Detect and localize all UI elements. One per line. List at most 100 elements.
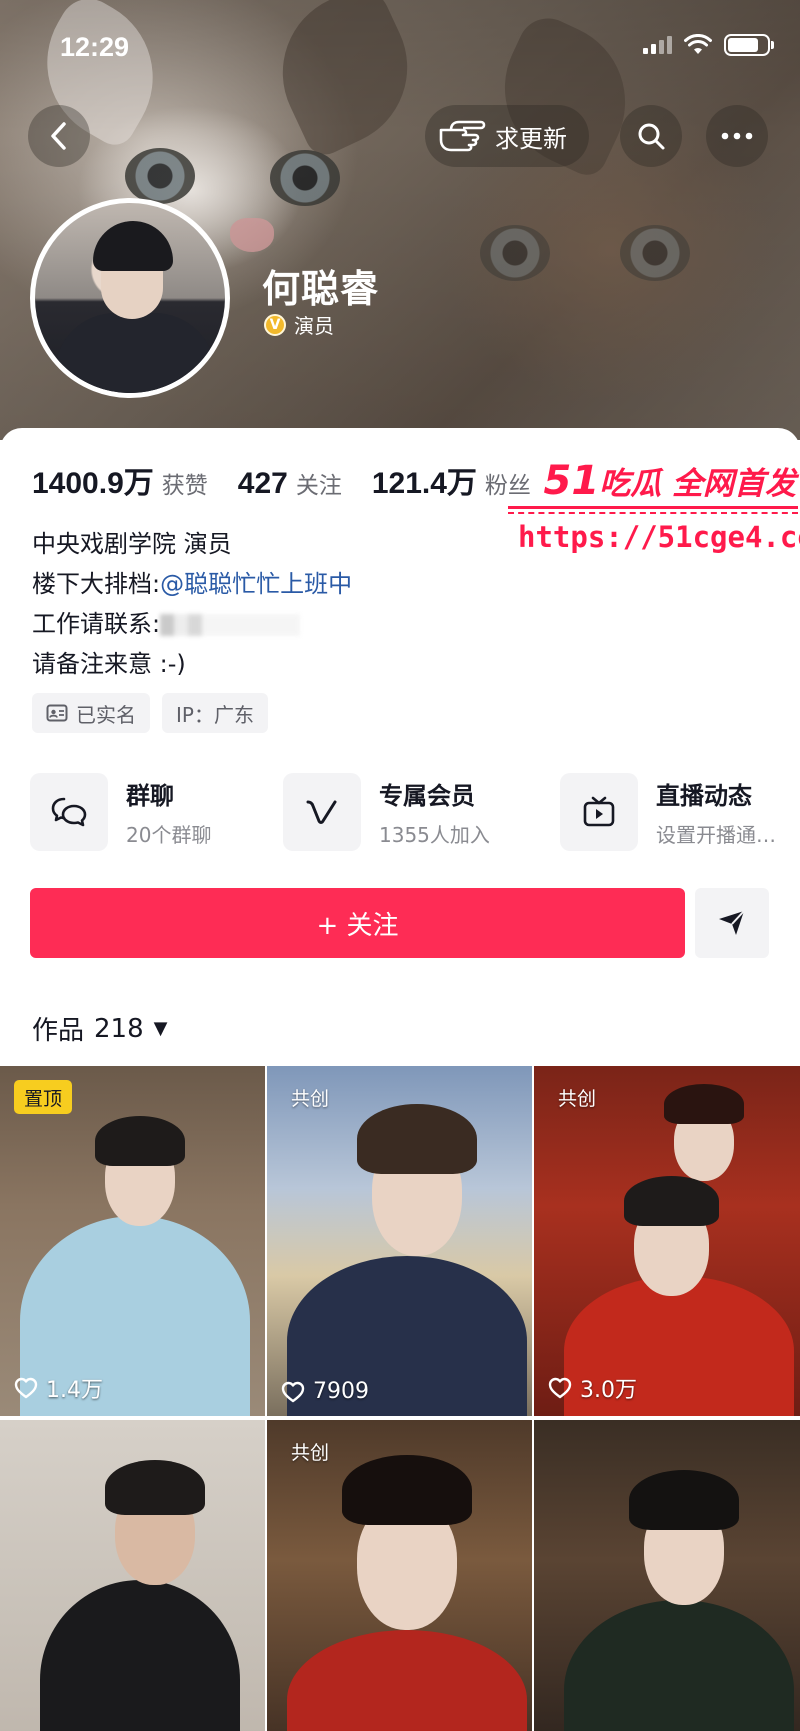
watermark-number: 51	[543, 458, 600, 504]
caret-down-icon: ▼	[153, 1018, 168, 1039]
profile-banner: 12:29 求更新 何聪睿 V 演员	[0, 0, 800, 440]
thumbnail-figure	[287, 1430, 527, 1731]
stat-following[interactable]: 427 关注	[238, 466, 342, 501]
search-button[interactable]	[620, 105, 682, 167]
realname-label: 已实名	[76, 702, 136, 727]
request-update-label: 求更新	[495, 124, 567, 153]
verified-row: V 演员	[264, 310, 334, 339]
heart-icon	[281, 1381, 305, 1402]
figure-hair	[342, 1455, 472, 1525]
feature-icon-box	[30, 773, 108, 851]
figure-hair	[629, 1470, 739, 1530]
figure-body	[287, 1630, 527, 1731]
share-button[interactable]	[695, 888, 769, 958]
pinned-badge: 置顶	[14, 1080, 73, 1114]
more-dots-icon	[721, 132, 753, 140]
video-thumbnail[interactable]	[534, 1420, 800, 1731]
video-thumbnail[interactable]: 共创	[267, 1420, 532, 1731]
tv-icon	[583, 796, 615, 827]
feature-icon-box	[283, 773, 361, 851]
like-count-value: 1.4万	[46, 1378, 103, 1403]
works-count: 218	[94, 1013, 144, 1044]
group-chat-entry[interactable]: 群聊 20个群聊	[30, 773, 211, 851]
cocreate-badge: 共创	[291, 1087, 330, 1110]
feature-subtitle: 设置开播通…	[656, 823, 776, 847]
thumbnail-figure	[20, 1440, 260, 1731]
stat-value: 121.4万	[371, 467, 477, 500]
like-count: 7909	[281, 1379, 369, 1404]
feature-text: 群聊 20个群聊	[126, 776, 211, 848]
stat-value: 427	[237, 467, 288, 500]
back-button[interactable]	[28, 105, 90, 167]
figure-hair	[357, 1104, 477, 1174]
works-label: 作品	[32, 1016, 85, 1046]
profile-name: 何聪睿	[262, 267, 380, 311]
more-button[interactable]	[706, 105, 768, 167]
like-count-value: 3.0万	[580, 1378, 637, 1403]
avatar-hair	[93, 221, 173, 271]
search-icon	[638, 123, 665, 150]
bio-mention-link[interactable]: @聪聪忙忙上班中	[160, 570, 352, 598]
bio-text: 楼下大排档:	[32, 570, 161, 598]
thumbnail-figure	[564, 1440, 794, 1731]
v-member-icon	[306, 800, 337, 824]
video-thumbnail[interactable]: 置顶 1.4万	[0, 1066, 265, 1416]
bio-line: 请备注来意 :-)	[32, 650, 186, 678]
figure-body	[564, 1600, 794, 1731]
follow-button[interactable]: + 关注	[30, 888, 685, 958]
cocreate-badge: 共创	[558, 1087, 597, 1110]
ip-label: IP：广东	[176, 702, 254, 727]
feature-row: 群聊 20个群聊 专属会员 1355人加入 直播动态 设置开播通…	[30, 773, 790, 853]
watermark-title: 51吃瓜 全网首发	[508, 458, 800, 504]
stat-likes[interactable]: 1400.9万 获赞	[32, 458, 208, 502]
stat-value: 1400.9万	[32, 467, 154, 500]
thumbnail-figure	[20, 1096, 260, 1416]
ip-tag: IP：广东	[162, 693, 268, 733]
feature-subtitle: 20个群聊	[126, 823, 212, 847]
stats-row: 1400.9万 获赞 427 关注 121.4万 粉丝	[32, 458, 561, 502]
figure-hair	[105, 1460, 205, 1515]
id-card-icon	[46, 704, 68, 722]
status-time: 12:29	[60, 32, 130, 62]
avatar[interactable]	[30, 198, 230, 398]
bio-text: 工作请联系:	[32, 610, 161, 638]
watermark-divider	[508, 506, 798, 514]
bio: 中央戏剧学院 演员 楼下大排档:@聪聪忙忙上班中 工作请联系: 请备注来意 :-…	[32, 524, 352, 684]
stat-label: 获赞	[161, 473, 208, 499]
video-thumbnail[interactable]: 共创 3.0万	[534, 1066, 800, 1416]
feature-text: 专属会员 1355人加入	[379, 776, 490, 848]
works-tab[interactable]: 作品 218 ▼	[32, 1010, 168, 1047]
cocreate-badge: 共创	[291, 1441, 330, 1464]
bio-line: 楼下大排档:@聪聪忙忙上班中	[32, 564, 352, 604]
profile-card: 1400.9万 获赞 427 关注 121.4万 粉丝 51吃瓜 全网首发 ht…	[0, 428, 800, 1731]
status-icons	[643, 34, 774, 56]
live-updates-entry[interactable]: 直播动态 设置开播通…	[560, 773, 776, 851]
figure-body	[40, 1580, 240, 1731]
stat-label: 关注	[295, 473, 342, 499]
bio-line: 工作请联系:	[32, 604, 352, 644]
thumbnail-figure	[277, 1086, 527, 1416]
verified-badge-icon: V	[264, 313, 286, 336]
pointing-hand-icon	[439, 120, 486, 152]
video-thumbnail[interactable]: 共创 7909	[267, 1066, 532, 1416]
verified-role: 演员	[294, 314, 334, 338]
video-thumbnail[interactable]	[0, 1420, 265, 1731]
chat-bubbles-icon	[51, 797, 87, 827]
request-update-button[interactable]: 求更新	[425, 105, 589, 167]
figure-hair	[624, 1176, 719, 1226]
bio-line: 中央戏剧学院 演员	[32, 530, 232, 558]
watermark-url: https://51cge4.com	[518, 520, 800, 554]
profile-tags: 已实名 IP：广东	[32, 693, 268, 733]
heart-icon	[548, 1377, 572, 1399]
feature-title: 群聊	[126, 782, 174, 810]
like-count-value: 7909	[313, 1379, 369, 1404]
battery-icon	[724, 34, 774, 56]
member-entry[interactable]: 专属会员 1355人加入	[283, 773, 490, 851]
chevron-left-icon	[51, 122, 66, 150]
like-count: 3.0万	[548, 1372, 637, 1404]
feature-icon-box	[560, 773, 638, 851]
send-icon	[719, 910, 745, 935]
feature-text: 直播动态 设置开播通…	[656, 776, 776, 848]
feature-subtitle: 1355人加入	[379, 823, 490, 847]
realname-tag[interactable]: 已实名	[32, 693, 150, 733]
